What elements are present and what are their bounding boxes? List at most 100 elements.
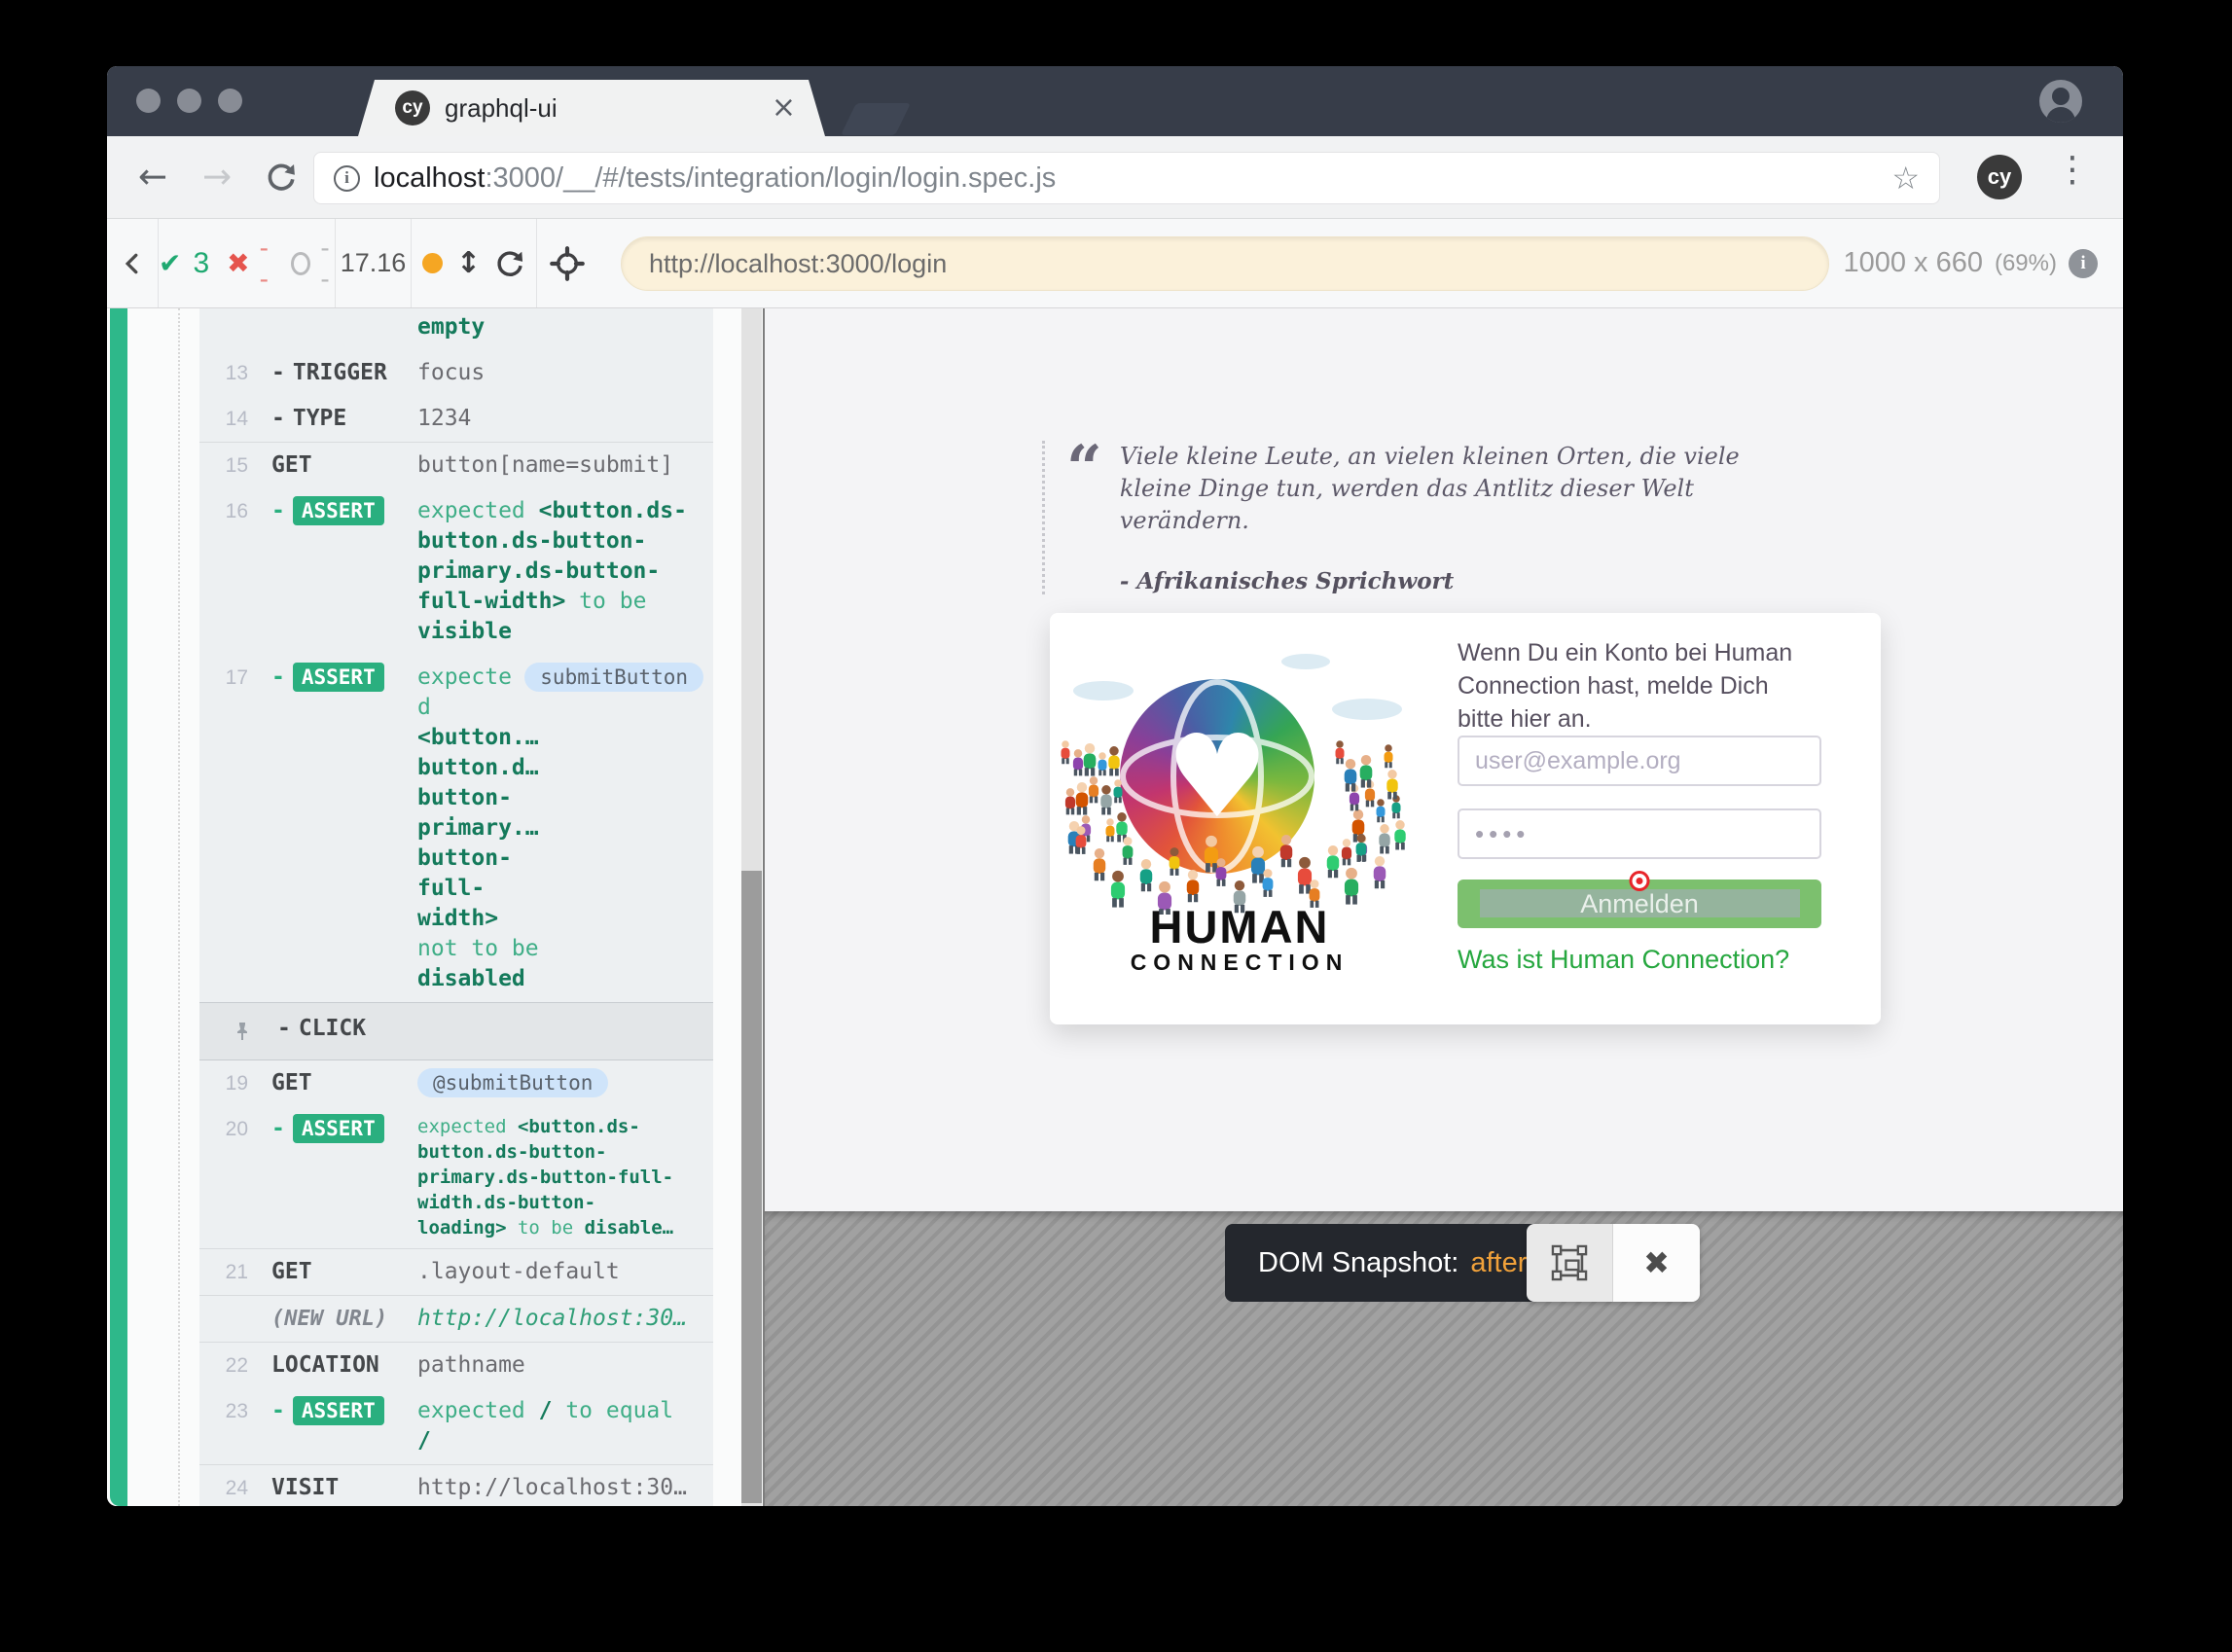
page-info-icon[interactable]: i — [334, 165, 360, 192]
command-message: http://localhost:30… — [417, 1473, 707, 1503]
command-message: button[name=submit] — [417, 450, 707, 481]
command-row[interactable]: 22 LOCATIONpathname — [199, 1342, 713, 1388]
cypress-favicon: cy — [395, 90, 430, 126]
crosshair-icon — [550, 246, 585, 281]
assert-badge: ASSERT — [293, 663, 384, 692]
command-row[interactable]: 23-ASSERTexpected / to equal/ — [199, 1388, 713, 1464]
browser-tab[interactable]: cy graphql-ui × — [358, 80, 825, 136]
command-message: .layout-default — [417, 1257, 707, 1287]
command-method: GET — [271, 1257, 417, 1286]
command-number: 24 — [199, 1473, 248, 1500]
auto-scroll-indicator[interactable] — [422, 253, 443, 273]
cypress-extension-icon[interactable]: cy — [1977, 155, 2022, 199]
command-row[interactable]: 13-TRIGGERfocus — [199, 350, 713, 396]
command-number: 21 — [199, 1257, 248, 1284]
url-bar[interactable]: i localhost:3000/__/#/tests/integration/… — [313, 152, 1940, 204]
scrollbar-thumb[interactable] — [741, 871, 762, 1503]
help-link[interactable]: Was ist Human Connection? — [1458, 945, 1789, 975]
runner-controls: ↕ — [412, 219, 537, 307]
command-number: 22 — [199, 1350, 248, 1378]
indent-guide — [178, 308, 180, 1506]
screen: cy graphql-ui × ← → i localhost:3000/__/… — [0, 0, 2232, 1652]
window-close-button[interactable] — [136, 89, 161, 113]
command-method: LOCATION — [271, 1350, 417, 1380]
command-row[interactable]: 14-TYPE1234 — [199, 396, 713, 442]
command-method: GET — [271, 450, 417, 480]
command-row[interactable]: 20-ASSERTexpected <button.ds-button.ds-b… — [199, 1106, 713, 1248]
password-field[interactable] — [1458, 808, 1821, 859]
human-connection-logo: ♥ HUMAN CONNECTION — [1060, 652, 1420, 983]
window-minimize-button[interactable] — [177, 89, 201, 113]
tab-title: graphql-ui — [445, 93, 558, 124]
alias-pill[interactable]: @submitButton — [417, 1068, 608, 1097]
passed-icon: ✔ — [159, 247, 181, 279]
cloud-shape — [1281, 654, 1330, 669]
url-path: :3000/__/#/tests/integration/login/login… — [485, 162, 1056, 194]
snapshot-label: DOM Snapshot: — [1258, 1247, 1458, 1279]
command-number: 13 — [199, 358, 248, 385]
alias-pill[interactable]: submitButton — [524, 663, 703, 692]
tab-close-icon[interactable]: × — [772, 93, 796, 123]
test-duration: 17.16 — [336, 219, 412, 307]
command-row[interactable]: to beempty — [199, 308, 713, 350]
snapshot-controls: ✖ — [1527, 1224, 1700, 1302]
command-message: @submitButton — [417, 1068, 707, 1098]
aut-url-field[interactable]: http://localhost:3000/login — [621, 236, 1829, 291]
command-number: 17 — [199, 663, 248, 690]
reload-icon[interactable] — [265, 161, 298, 194]
chevron-left-icon — [120, 251, 145, 276]
reporter-scrollbar[interactable] — [741, 308, 762, 1506]
pin-icon — [205, 1014, 254, 1049]
bookmark-star-icon[interactable]: ☆ — [1891, 160, 1920, 197]
back-button[interactable]: ← — [138, 158, 167, 198]
command-number — [199, 1304, 248, 1308]
titlebar: cy graphql-ui × — [107, 66, 2123, 136]
runner-back-button[interactable] — [107, 219, 159, 307]
forward-button[interactable]: → — [202, 158, 232, 198]
command-row[interactable]: (NEW URL)http://localhost:30… — [199, 1295, 713, 1342]
assert-badge: ASSERT — [293, 1114, 384, 1143]
new-tab-button[interactable] — [841, 103, 911, 135]
command-message: pathname — [417, 1350, 707, 1381]
viewport-info-icon[interactable]: i — [2069, 249, 2098, 278]
logo-wordmark-line1: HUMAN — [1060, 900, 1420, 953]
failed-icon: ✖ — [227, 247, 249, 279]
toggle-highlights-button[interactable] — [1527, 1224, 1613, 1302]
logo-wordmark-line2: CONNECTION — [1060, 950, 1420, 976]
assert-badge: ASSERT — [293, 496, 384, 525]
pinned-command-row[interactable]: -CLICK — [199, 1002, 713, 1060]
restart-tests-icon[interactable] — [494, 248, 525, 279]
command-number: 14 — [199, 404, 248, 431]
close-snapshot-button[interactable]: ✖ — [1613, 1224, 1700, 1302]
snapshot-tooltip: DOM Snapshot: after — [1225, 1224, 1560, 1302]
runner-content: to beempty13-TRIGGERfocus14-TYPE123415GE… — [107, 308, 2123, 1506]
command-message: 1234 — [417, 404, 707, 434]
command-row[interactable]: 16 -ASSERTexpected <button.ds-button.ds-b… — [199, 488, 713, 655]
command-message: focus — [417, 358, 707, 388]
test-passed-bar — [110, 308, 127, 1506]
command-row[interactable]: 15GETbutton[name=submit] — [199, 442, 713, 488]
snapshot-state: after — [1470, 1247, 1527, 1279]
selector-playground-button[interactable] — [537, 219, 597, 307]
command-number: 16 — [199, 496, 248, 523]
quote-mark-icon: “ — [1066, 441, 1102, 594]
command-number — [199, 308, 248, 312]
command-row[interactable]: 24VISIThttp://localhost:30… — [199, 1464, 713, 1506]
assert-badge: ASSERT — [293, 1396, 384, 1425]
profile-avatar-icon[interactable] — [2039, 80, 2082, 123]
command-method: (NEW URL) — [271, 1304, 417, 1334]
email-field[interactable] — [1458, 736, 1821, 786]
quote-block: “ Viele kleine Leute, an vielen kleinen … — [1042, 441, 1859, 594]
command-message: expected <button.ds-button.ds-button-pri… — [417, 496, 707, 647]
command-row[interactable]: 19GET@submitButton — [199, 1060, 713, 1106]
runner-header: ✔ 3 ✖ -- -- 17.16 ↕ — [107, 219, 2123, 308]
command-method: -ASSERT — [271, 496, 417, 525]
scroll-toggle-icon[interactable]: ↕ — [456, 246, 481, 280]
command-row[interactable]: 17-ASSERTsubmitButtonexpected <button.…b… — [199, 655, 713, 1002]
command-row[interactable]: 21 GET.layout-default — [199, 1248, 713, 1295]
window-zoom-button[interactable] — [218, 89, 242, 113]
reporter-panel: to beempty13-TRIGGERfocus14-TYPE123415GE… — [107, 308, 763, 1506]
command-method: -ASSERT — [271, 663, 417, 692]
quote-author: - Afrikanisches Sprichwort — [1120, 568, 1743, 594]
browser-menu-icon[interactable]: ⋮ — [2055, 150, 2090, 190]
